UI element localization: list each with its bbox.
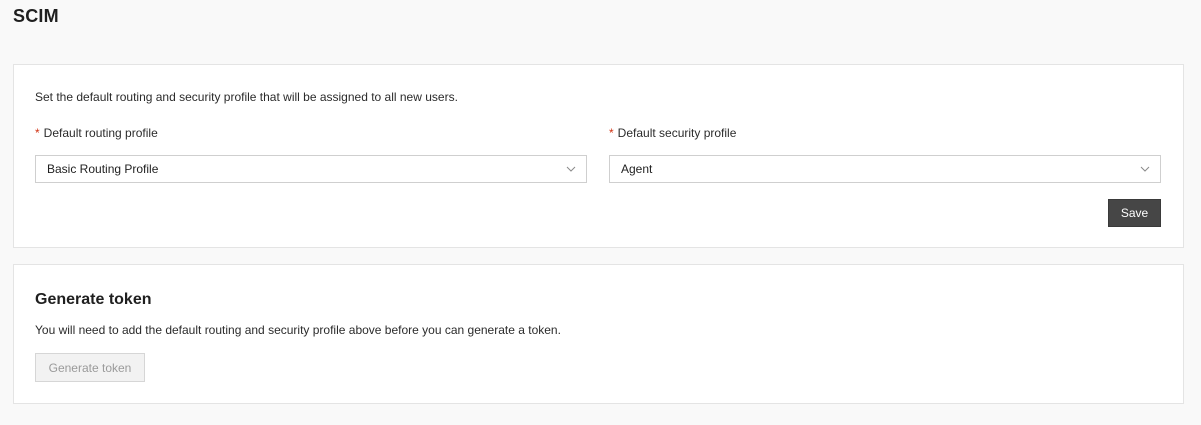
routing-profile-label-text: Default routing profile: [43, 126, 158, 140]
routing-profile-select[interactable]: Basic Routing Profile: [35, 155, 587, 183]
page-title: SCIM: [13, 6, 59, 26]
security-profile-label: * Default security profile: [609, 126, 736, 140]
routing-profile-value: Basic Routing Profile: [47, 162, 159, 176]
generate-token-button[interactable]: Generate token: [35, 353, 145, 382]
profiles-description: Set the default routing and security pro…: [35, 90, 458, 104]
chevron-down-icon: [1140, 164, 1150, 174]
security-profile-select[interactable]: Agent: [609, 155, 1161, 183]
required-marker: *: [609, 126, 614, 140]
generate-token-title: Generate token: [35, 291, 152, 308]
chevron-down-icon: [566, 164, 576, 174]
save-button[interactable]: Save: [1108, 199, 1161, 227]
security-profile-value: Agent: [621, 162, 653, 176]
default-profiles-card: Set the default routing and security pro…: [13, 64, 1184, 248]
required-marker: *: [35, 126, 40, 140]
routing-profile-label: * Default routing profile: [35, 126, 158, 140]
generate-token-card: Generate token You will need to add the …: [13, 264, 1184, 404]
security-profile-label-text: Default security profile: [617, 126, 737, 140]
generate-token-description: You will need to add the default routing…: [35, 323, 561, 337]
